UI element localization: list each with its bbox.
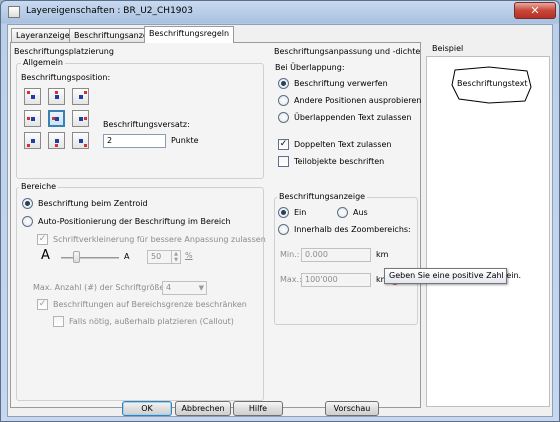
discard-label-radio[interactable] <box>278 78 289 89</box>
font-large-glyph: A <box>41 248 50 263</box>
position-center-button[interactable] <box>48 110 65 127</box>
percent-value: 50 <box>151 252 162 261</box>
font-size-slider-track <box>61 257 119 259</box>
restrict-boundary-label: Beschriftungen auf Bereichsgrenze beschr… <box>53 300 247 309</box>
display-off-label: Aus <box>353 208 368 217</box>
shrink-font-checkbox[interactable]: ✓ <box>37 234 48 245</box>
offset-input[interactable]: 2 <box>103 134 166 148</box>
tab-layer-display[interactable]: Layeranzeige <box>11 28 75 42</box>
zoom-max-label: Max.: <box>280 275 302 284</box>
try-other-positions-radio[interactable] <box>278 95 289 106</box>
try-other-positions-text: Andere Positionen ausprobieren <box>294 96 422 105</box>
title-bar[interactable]: Layereigenschaften : BR_U2_CH1903 ✕ <box>1 1 559 23</box>
allow-overlap-text: Überlappenden Text zulassen <box>294 113 412 122</box>
preview-button[interactable]: Vorschau <box>325 401 379 416</box>
percent-unit: % <box>185 251 193 260</box>
position-top-right-button[interactable] <box>72 88 89 105</box>
max-sizes-select[interactable]: 4 ▼ <box>162 281 207 295</box>
centroid-label: Beschriftung beim Zentroid <box>38 199 148 208</box>
callout-checkbox[interactable] <box>53 316 64 327</box>
zoom-min-input[interactable]: 0.000 <box>301 248 371 262</box>
overlap-label: Bei Überlappung: <box>275 63 345 72</box>
help-button[interactable]: Hilfe <box>233 401 283 416</box>
max-sizes-value: 4 <box>166 283 172 292</box>
label-parts-label: Teilobjekte beschriften <box>294 157 385 166</box>
offset-label: Beschriftungsversatz: <box>103 120 190 129</box>
zoom-min-label: Min.: <box>280 250 300 259</box>
position-bottom-left-button[interactable] <box>24 132 41 149</box>
placement-section-title: Beschriftungsplatzierung <box>14 47 114 56</box>
density-group: Bei Überlappung: Beschriftung verwerfen … <box>274 59 422 187</box>
percent-spinner[interactable]: ▲ ▼ <box>171 251 180 263</box>
allow-duplicate-label: Doppelten Text zulassen <box>294 140 392 149</box>
percent-input[interactable]: 50 ▲ ▼ <box>147 250 181 264</box>
display-off-radio[interactable] <box>337 207 348 218</box>
allow-duplicate-checkbox[interactable]: ✓ <box>278 139 289 150</box>
cancel-button[interactable]: Abbrechen <box>175 401 231 416</box>
areas-group-title: Bereiche <box>19 182 59 191</box>
close-icon: ✕ <box>530 4 540 17</box>
auto-position-radio[interactable] <box>22 216 33 227</box>
tab-label-rules[interactable]: Beschriftungsregeln <box>144 26 235 43</box>
example-title: Beispiel <box>432 44 464 53</box>
position-bottom-button[interactable] <box>48 132 65 149</box>
example-sample-text: Beschriftungstext <box>457 79 528 88</box>
font-small-glyph: A <box>124 252 130 261</box>
zoom-max-input[interactable]: 100'000 <box>301 273 371 287</box>
label-display-group-title: Beschriftungsanzeige <box>277 192 368 201</box>
position-top-left-button[interactable] <box>24 88 41 105</box>
centroid-radio[interactable] <box>22 198 33 209</box>
example-preview: Beschriftungstext <box>426 56 550 407</box>
position-right-button[interactable] <box>72 110 89 127</box>
window-title: Layereigenschaften : BR_U2_CH1903 <box>26 6 193 16</box>
layer-properties-dialog: Layereigenschaften : BR_U2_CH1903 ✕ Laye… <box>0 0 560 422</box>
position-left-button[interactable] <box>24 110 41 127</box>
chevron-down-icon: ▼ <box>198 284 204 292</box>
restrict-boundary-checkbox[interactable]: ✓ <box>37 299 48 310</box>
display-on-radio[interactable] <box>278 207 289 218</box>
density-section-title: Beschriftungsanpassung und -dichte <box>274 47 421 56</box>
label-rules-panel: Beschriftungsplatzierung Allgemein Besch… <box>10 42 421 408</box>
areas-group: Bereiche Beschriftung beim Zentroid Auto… <box>16 182 266 401</box>
zoom-range-radio[interactable] <box>278 224 289 235</box>
auto-position-label: Auto-Positionierung der Beschriftung im … <box>38 217 231 226</box>
zoom-min-unit: km <box>376 250 389 259</box>
zoom-range-label: Innerhalb des Zoombereichs: <box>294 225 411 234</box>
offset-unit: Punkte <box>171 136 199 145</box>
callout-label: Falls nötig, außerhalb platzieren (Callo… <box>69 317 234 326</box>
validation-tooltip: Geben Sie eine positive Zahl ein. <box>384 268 521 284</box>
max-sizes-label: Max. Anzahl (#) der Schriftgrößen: <box>33 283 173 292</box>
position-top-button[interactable] <box>48 88 65 105</box>
shrink-font-label: Schriftverkleinerung für bessere Anpassu… <box>53 235 266 244</box>
dialog-client-area: Layeranzeige Beschriftungsanzeige Beschr… <box>7 24 553 417</box>
label-display-group: Beschriftungsanzeige Ein Aus Innerhalb d… <box>274 192 418 325</box>
general-group-title: Allgemein <box>21 58 65 67</box>
close-button[interactable]: ✕ <box>514 2 556 19</box>
window-icon <box>8 6 20 18</box>
allow-overlap-radio[interactable] <box>278 112 289 123</box>
label-parts-checkbox[interactable] <box>278 156 289 167</box>
ok-button[interactable]: OK <box>122 401 172 416</box>
discard-label-text: Beschriftung verwerfen <box>294 79 388 88</box>
position-bottom-right-button[interactable] <box>72 132 89 149</box>
display-on-label: Ein <box>294 208 307 217</box>
font-size-slider-thumb[interactable] <box>73 251 80 263</box>
position-label: Beschriftungsposition: <box>21 73 111 82</box>
general-group: Allgemein Beschriftungsposition: Beschri… <box>16 58 264 179</box>
